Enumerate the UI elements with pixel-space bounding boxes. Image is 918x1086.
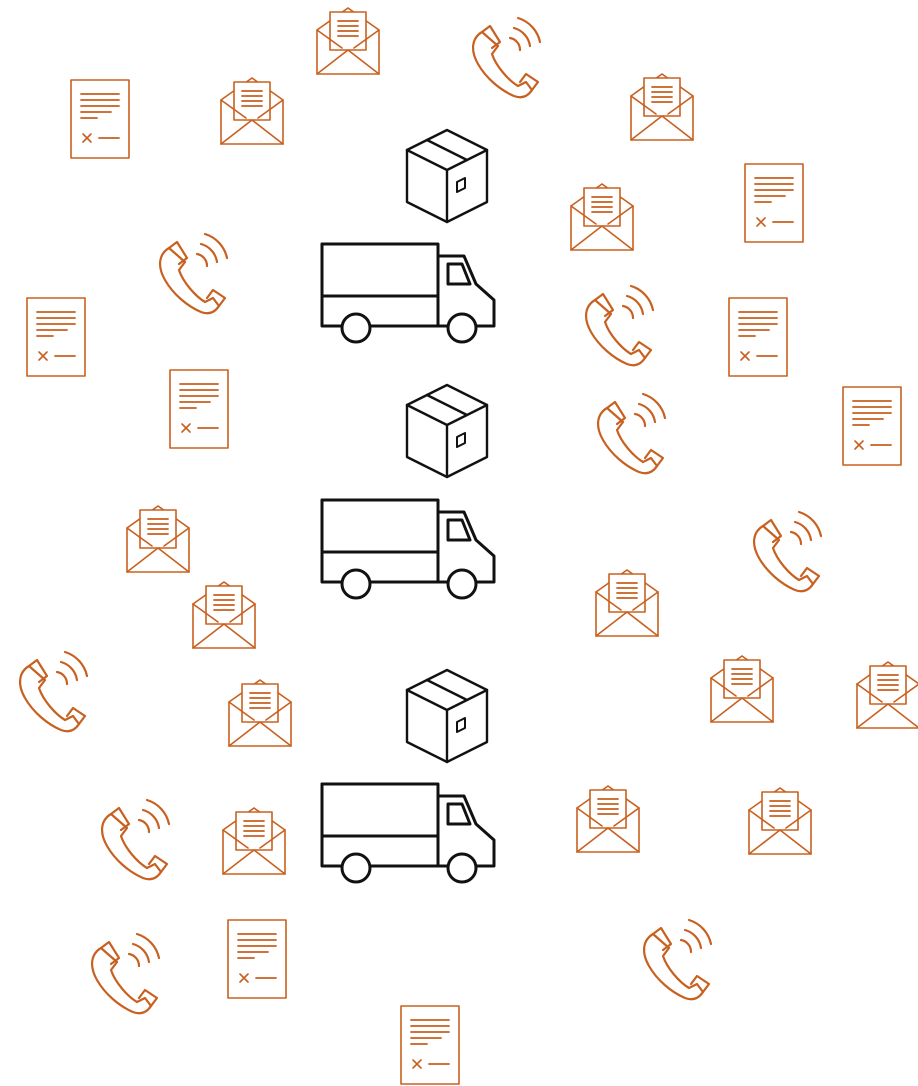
open-envelope-icon [710, 655, 774, 723]
phone-call-icon [158, 232, 229, 315]
open-envelope-icon [220, 77, 284, 145]
illustration-canvas [0, 0, 918, 1086]
open-envelope-icon [126, 505, 190, 573]
signed-document-icon [400, 1005, 460, 1085]
delivery-truck-icon [320, 782, 496, 884]
phone-call-icon [471, 16, 542, 99]
open-envelope-icon [222, 807, 286, 875]
phone-call-icon [18, 650, 89, 733]
open-envelope-icon [576, 785, 640, 853]
delivery-truck-icon [320, 498, 496, 600]
phone-call-icon [584, 284, 655, 367]
open-envelope-icon [748, 787, 812, 855]
open-envelope-icon [228, 679, 292, 747]
delivery-truck-icon [320, 242, 496, 344]
open-envelope-icon [570, 183, 634, 251]
signed-document-icon [70, 79, 130, 159]
open-envelope-icon [595, 569, 659, 637]
signed-document-icon [728, 297, 788, 377]
delivery-column [320, 128, 496, 884]
open-envelope-icon [316, 7, 380, 75]
phone-call-icon [90, 932, 161, 1015]
signed-document-icon [227, 919, 287, 999]
package-box-icon [405, 128, 489, 224]
delivery-communications-illustration [18, 7, 918, 1085]
signed-document-icon [26, 297, 86, 377]
phone-call-icon [596, 392, 667, 475]
scattered-icons [18, 7, 918, 1085]
open-envelope-icon [192, 581, 256, 649]
phone-call-icon [642, 918, 713, 1001]
signed-document-icon [169, 369, 229, 449]
package-box-icon [405, 383, 489, 479]
phone-call-icon [752, 510, 823, 593]
signed-document-icon [744, 163, 804, 243]
open-envelope-icon [630, 73, 694, 141]
open-envelope-icon [856, 661, 918, 729]
package-box-icon [405, 668, 489, 764]
phone-call-icon [100, 798, 171, 881]
signed-document-icon [842, 386, 902, 466]
